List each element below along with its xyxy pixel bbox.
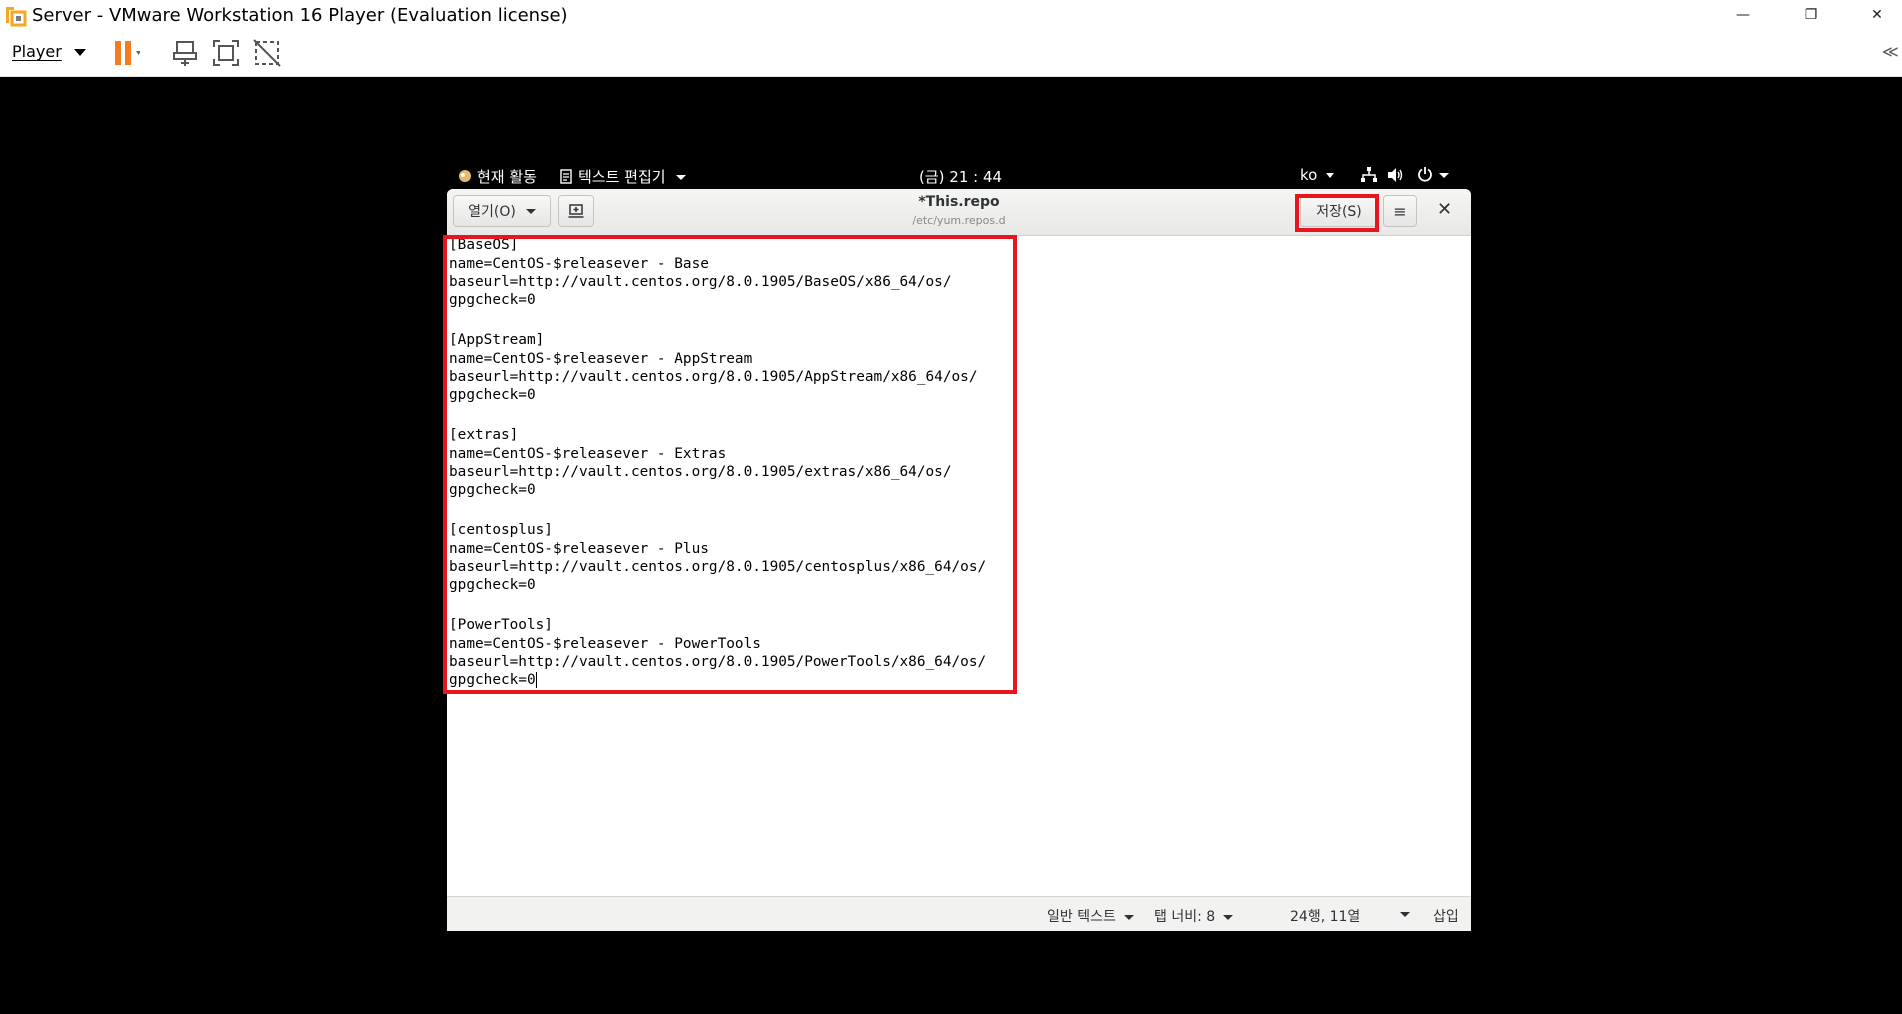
chevron-down-icon[interactable]	[1400, 912, 1410, 917]
player-menu[interactable]: Player	[12, 42, 86, 61]
code-line: baseurl=http://vault.centos.org/8.0.1905…	[449, 274, 952, 290]
code-line: name=CentOS-$releasever - AppStream	[449, 351, 753, 367]
activities-label: 현재 활동	[477, 168, 537, 186]
tab-width-label: 탭 너비: 8	[1154, 909, 1216, 925]
input-method-indicator[interactable]: ko	[1300, 166, 1335, 184]
code-line: gpgcheck=0	[449, 482, 536, 498]
player-menu-label: Player	[12, 42, 62, 61]
text-editor-window: 열기(O) *This.repo /etc/yum.repos.d 저장(S) …	[447, 189, 1471, 931]
syntax-selector[interactable]: 일반 텍스트	[1047, 906, 1134, 926]
tab-width-selector[interactable]: 탭 너비: 8	[1154, 906, 1234, 926]
insert-mode-indicator: 삽입	[1433, 909, 1459, 925]
chevron-down-icon	[1123, 914, 1134, 920]
chevron-down-icon[interactable]	[1439, 173, 1449, 178]
chevron-down-icon	[676, 175, 687, 180]
code-line: baseurl=http://vault.centos.org/8.0.1905…	[449, 369, 978, 385]
window-title: Server - VMware Workstation 16 Player (E…	[32, 4, 568, 26]
fullscreen-icon[interactable]	[211, 38, 241, 68]
close-document-button[interactable]: ✕	[1437, 199, 1452, 220]
code-line: name=CentOS-$releasever - Plus	[449, 541, 709, 557]
vmware-app-icon	[5, 4, 27, 27]
restore-button[interactable]: ❐	[1786, 0, 1836, 30]
chevron-down-icon	[73, 49, 86, 56]
text-editor-icon	[560, 169, 572, 184]
text-cursor	[535, 672, 537, 688]
app-menu[interactable]: 텍스트 편집기	[560, 166, 687, 187]
code-line: [AppStream]	[449, 332, 545, 348]
hamburger-menu-button[interactable]: ≡	[1383, 195, 1417, 227]
gnome-top-bar: 현재 활동 텍스트 편집기 (금) 21 : 44 ko	[447, 160, 1471, 190]
vmware-title-bar: Server - VMware Workstation 16 Player (E…	[0, 0, 1902, 30]
code-line: baseurl=http://vault.centos.org/8.0.1905…	[449, 559, 987, 575]
code-line: baseurl=http://vault.centos.org/8.0.1905…	[449, 464, 952, 480]
code-line: baseurl=http://vault.centos.org/8.0.1905…	[449, 654, 987, 670]
code-line: gpgcheck=0	[449, 387, 536, 403]
code-line: name=CentOS-$releasever - Extras	[449, 446, 727, 462]
code-line: [extras]	[449, 427, 519, 443]
send-ctrl-alt-del-icon[interactable]	[171, 38, 201, 68]
editor-header-bar: 열기(O) *This.repo /etc/yum.repos.d 저장(S) …	[447, 189, 1471, 236]
pause-icon[interactable]	[110, 38, 140, 68]
save-button[interactable]: 저장(S)	[1300, 195, 1378, 227]
cursor-position-label: 24행, 11열	[1290, 909, 1361, 925]
syntax-label: 일반 텍스트	[1047, 909, 1116, 925]
volume-icon[interactable]	[1387, 167, 1405, 183]
activities-button[interactable]: 현재 활동	[457, 166, 537, 187]
text-editor-area[interactable]: [BaseOS] name=CentOS-$releasever - Base …	[447, 236, 1471, 896]
code-line: [BaseOS]	[449, 237, 519, 253]
close-window-button[interactable]: ✕	[1852, 0, 1902, 30]
chevron-down-icon	[1223, 914, 1234, 920]
minimize-button[interactable]: —	[1718, 0, 1768, 30]
vmware-toolbar: Player ≪	[0, 30, 1902, 77]
collapse-toolbar-button[interactable]: ≪	[1882, 42, 1899, 61]
code-line: [PowerTools]	[449, 617, 553, 633]
input-method-label: ko	[1300, 166, 1318, 184]
unity-icon[interactable]	[252, 38, 282, 68]
code-line-last: gpgcheck=0	[449, 671, 537, 690]
power-icon[interactable]	[1417, 166, 1433, 182]
code-line: [centosplus]	[449, 522, 553, 538]
code-line: name=CentOS-$releasever - PowerTools	[449, 636, 761, 652]
code-line: gpgcheck=0	[449, 292, 536, 308]
chevron-down-icon	[1326, 173, 1335, 178]
cursor-position[interactable]: 24행, 11열	[1290, 906, 1360, 926]
code-line: gpgcheck=0	[449, 577, 536, 593]
code-line-text: gpgcheck=0	[449, 672, 536, 688]
app-menu-label: 텍스트 편집기	[578, 168, 666, 186]
code-line: name=CentOS-$releasever - Base	[449, 256, 709, 272]
activities-icon	[459, 170, 471, 182]
status-bar: 일반 텍스트 탭 너비: 8 24행, 11열 삽입	[447, 896, 1471, 931]
clock[interactable]: (금) 21 : 44	[919, 166, 1002, 187]
network-icon[interactable]	[1360, 167, 1378, 183]
